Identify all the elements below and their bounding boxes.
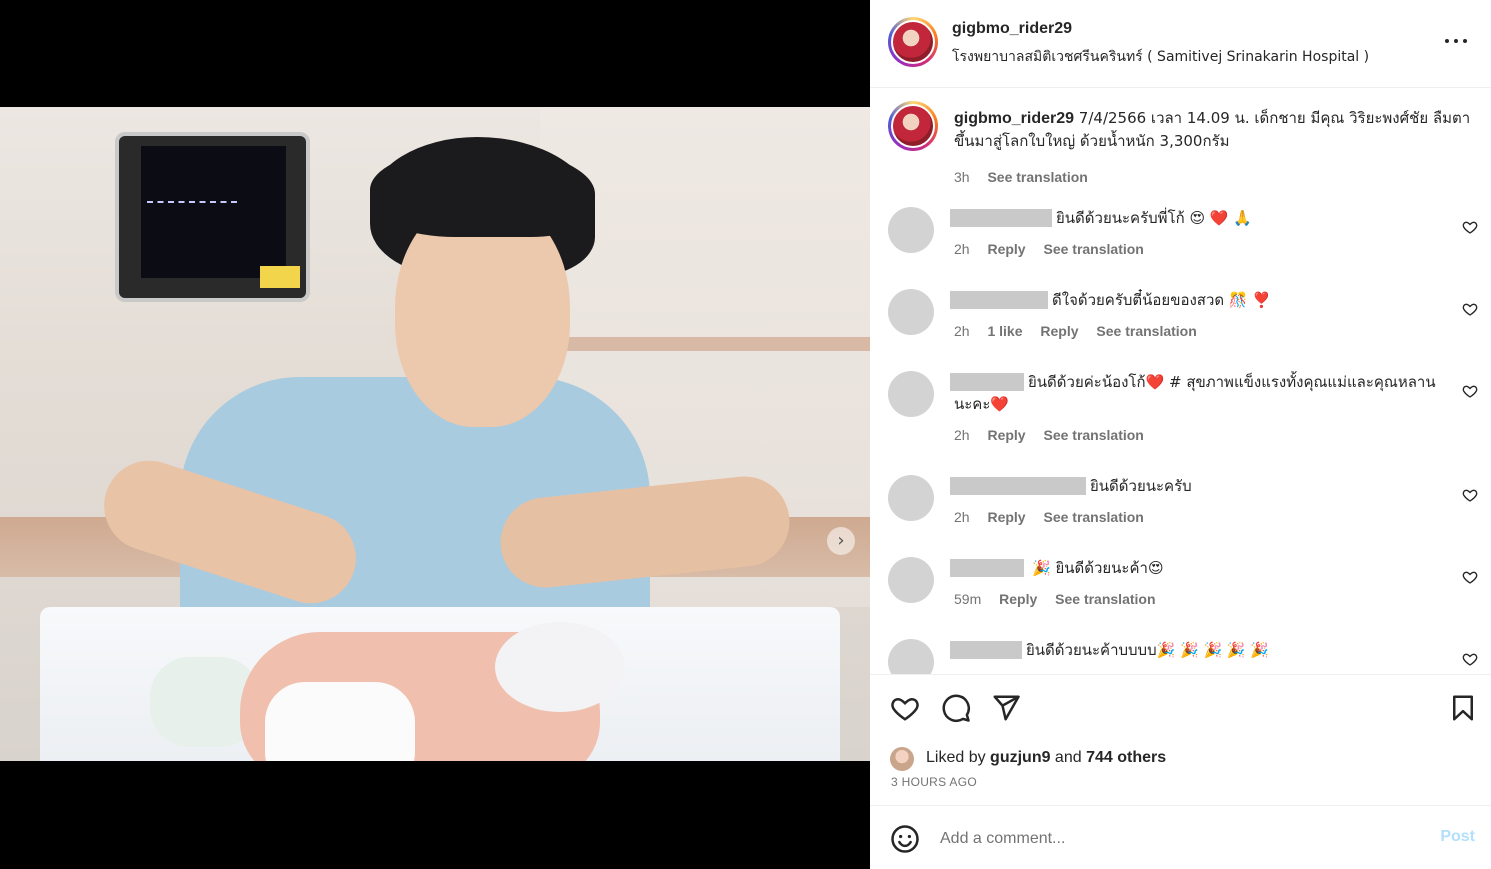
comment-text: ยินดีด้วยค่ะน้องโก้❤️ # สุขภาพแข็งแรงทั้… xyxy=(954,373,1436,413)
avatar[interactable] xyxy=(888,475,934,521)
comment-time[interactable]: 59m xyxy=(954,591,981,607)
comment-item: ยินดีด้วยนะครับพี่โก้ 😍 ❤️ 🙏 2h Reply Se… xyxy=(888,207,1478,287)
post-panel: gigbmo_rider29 โรงพยาบาลสมิติเวชศรีนคริน… xyxy=(870,0,1491,869)
media-viewer: › xyxy=(0,0,870,869)
heart-icon[interactable] xyxy=(1462,383,1478,399)
comment-username-redacted[interactable] xyxy=(950,477,1086,495)
comment-text: ยินดีด้วยนะครับ xyxy=(1090,477,1192,495)
comment-username-redacted[interactable] xyxy=(950,209,1052,227)
comment-time[interactable]: 2h xyxy=(954,427,970,443)
post-photo[interactable]: › xyxy=(0,107,870,761)
liked-by-user[interactable]: guzjun9 xyxy=(990,749,1050,766)
reply-button[interactable]: Reply xyxy=(987,427,1025,443)
post-button[interactable]: Post xyxy=(1440,828,1475,846)
avatar[interactable] xyxy=(888,207,934,253)
comment-item: ดีใจด้วยครับตี๋น้อยของสวด 🎊 ❣️ 2h 1 like… xyxy=(888,289,1478,369)
comment-likes[interactable]: 1 like xyxy=(987,323,1022,339)
post-location[interactable]: โรงพยาบาลสมิติเวชศรีนครินทร์ ( Samitivej… xyxy=(952,46,1369,68)
emoji-icon[interactable] xyxy=(890,824,920,854)
comment-username-redacted[interactable] xyxy=(950,559,1024,577)
avatar[interactable] xyxy=(888,101,938,151)
patient-monitor xyxy=(115,132,310,302)
chevron-right-icon[interactable]: › xyxy=(827,527,855,555)
add-comment-bar: Post xyxy=(870,805,1491,869)
comment-text: ดีใจด้วยครับตี๋น้อยของสวด 🎊 ❣️ xyxy=(1052,291,1272,309)
see-translation-link[interactable]: See translation xyxy=(987,169,1087,185)
see-translation-link[interactable]: See translation xyxy=(1043,427,1143,443)
see-translation-link[interactable]: See translation xyxy=(1043,241,1143,257)
heart-icon[interactable] xyxy=(890,693,920,723)
caption-username[interactable]: gigbmo_rider29 xyxy=(954,110,1074,127)
avatar[interactable] xyxy=(888,289,934,335)
comment-time[interactable]: 2h xyxy=(954,323,970,339)
comment-item: ยินดีด้วยค่ะน้องโก้❤️ # สุขภาพแข็งแรงทั้… xyxy=(888,371,1478,471)
post-timestamp[interactable]: 3 HOURS AGO xyxy=(891,775,977,789)
heart-icon[interactable] xyxy=(1462,569,1478,585)
reply-button[interactable]: Reply xyxy=(987,241,1025,257)
heart-icon[interactable] xyxy=(1462,301,1478,317)
comment-text: 🎉 ยินดีด้วยนะค้า😍 xyxy=(1032,559,1164,577)
avatar[interactable] xyxy=(888,639,934,674)
post-actions: Liked by guzjun9 and 744 others 3 HOURS … xyxy=(870,674,1491,804)
comment-text: ยินดีด้วยนะค้าบบบบ🎉 🎉 🎉 🎉 🎉 xyxy=(1026,641,1270,659)
see-translation-link[interactable]: See translation xyxy=(1096,323,1196,339)
comment-item: ยินดีด้วยนะครับ 2h Reply See translation xyxy=(888,475,1478,555)
heart-icon[interactable] xyxy=(1462,219,1478,235)
comment-item: ยินดีด้วยนะค้าบบบบ🎉 🎉 🎉 🎉 🎉 xyxy=(888,639,1478,674)
see-translation-link[interactable]: See translation xyxy=(1043,509,1143,525)
post-username[interactable]: gigbmo_rider29 xyxy=(952,20,1072,38)
avatar[interactable] xyxy=(888,17,938,67)
post-header: gigbmo_rider29 โรงพยาบาลสมิติเวชศรีนคริน… xyxy=(870,0,1491,88)
reply-button[interactable]: Reply xyxy=(999,591,1037,607)
comments-list[interactable]: gigbmo_rider29 7/4/2566 เวลา 14.09 น. เด… xyxy=(870,89,1491,674)
avatar[interactable] xyxy=(890,747,914,771)
avatar[interactable] xyxy=(888,371,934,417)
more-icon[interactable] xyxy=(1443,30,1469,52)
reply-button[interactable]: Reply xyxy=(1040,323,1078,339)
caption-time[interactable]: 3h xyxy=(954,169,970,185)
heart-icon[interactable] xyxy=(1462,487,1478,503)
comment-username-redacted[interactable] xyxy=(950,641,1022,659)
avatar[interactable] xyxy=(888,557,934,603)
comment-item: 🎉 ยินดีด้วยนะค้า😍 59m Reply See translat… xyxy=(888,557,1478,637)
comment-icon[interactable] xyxy=(941,693,971,723)
see-translation-link[interactable]: See translation xyxy=(1055,591,1155,607)
likes-others[interactable]: 744 others xyxy=(1086,749,1166,766)
comment-username-redacted[interactable] xyxy=(950,291,1048,309)
comment-time[interactable]: 2h xyxy=(954,509,970,525)
share-icon[interactable] xyxy=(991,693,1021,723)
reply-button[interactable]: Reply xyxy=(987,509,1025,525)
heart-icon[interactable] xyxy=(1462,651,1478,667)
comment-time[interactable]: 2h xyxy=(954,241,970,257)
comment-input[interactable] xyxy=(940,826,1400,852)
comment-text: ยินดีด้วยนะครับพี่โก้ 😍 ❤️ 🙏 xyxy=(1056,209,1252,227)
bookmark-icon[interactable] xyxy=(1448,693,1478,723)
